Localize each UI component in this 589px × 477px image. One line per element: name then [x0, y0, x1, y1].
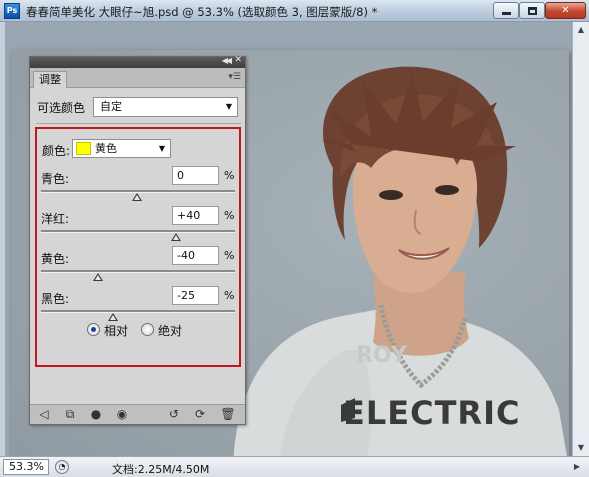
back-arrow-icon[interactable]: ◁ [36, 407, 52, 422]
scroll-down-icon[interactable]: ▼ [573, 440, 589, 456]
colors-row: 颜色: 黄色 ▼ [41, 139, 231, 159]
close-button[interactable]: ✕ [545, 2, 586, 19]
adjustments-panel: ◀◀ ✕ 调整 ▾☰ 可选颜色 自定 ▼ 颜色: 黄色 ▼ 青色: 0 % 洋红… [29, 55, 246, 425]
clip-layer-icon[interactable]: ⧉ [62, 407, 78, 422]
percent-unit: % [224, 169, 235, 182]
relative-label[interactable]: 相对 [104, 322, 128, 339]
preset-select[interactable]: 自定 ▼ [93, 97, 238, 117]
yellow-value-field[interactable]: -40 [172, 246, 219, 265]
scroll-up-icon[interactable]: ▲ [573, 22, 589, 38]
divider [36, 123, 241, 124]
magenta-slider-thumb[interactable] [170, 233, 181, 241]
preset-value: 自定 [100, 100, 122, 113]
chevron-down-icon: ▼ [225, 102, 232, 111]
panel-tab-bar: 调整 ▾☰ [30, 68, 245, 88]
yellow-label: 黄色: [41, 252, 70, 266]
colors-select[interactable]: 黄色 ▼ [72, 139, 171, 158]
percent-unit: % [224, 289, 235, 302]
title-bar: Ps 春春简单美化 大眼仔~旭.psd @ 53.3% (选取颜色 3, 图层蒙… [0, 0, 589, 22]
magenta-label: 洋红: [41, 212, 70, 226]
adjustment-type-label: 可选颜色 [37, 101, 86, 115]
trash-icon[interactable]: 🗑 [220, 407, 236, 422]
document-size-info[interactable]: 文档:2.25M/4.50M [112, 461, 209, 477]
chevron-down-icon: ▼ [158, 144, 165, 153]
tab-adjustments[interactable]: 调整 [33, 71, 67, 88]
minimize-icon [501, 12, 511, 15]
highlighted-settings-frame: 颜色: 黄色 ▼ 青色: 0 % 洋红: +40 % 黄色: -40 % 黑色:… [35, 127, 241, 367]
colors-value: 黄色 [95, 142, 117, 155]
black-slider-thumb[interactable] [107, 313, 118, 321]
cyan-slider-block: 青色: 0 % [39, 165, 235, 205]
svg-text:ELECTRIC: ELECTRIC [343, 394, 520, 432]
yellow-slider-block: 黄色: -40 % [39, 245, 235, 285]
maximize-button[interactable] [519, 2, 545, 19]
window-title: 春春简单美化 大眼仔~旭.psd @ 53.3% (选取颜色 3, 图层蒙版/8… [26, 5, 378, 19]
magenta-slider-block: 洋红: +40 % [39, 205, 235, 245]
cyan-label: 青色: [41, 172, 70, 186]
panel-close-icon[interactable]: ✕ [234, 55, 242, 65]
scroll-right-icon[interactable]: ▶ [570, 459, 584, 475]
vertical-scrollbar[interactable]: ▲ ▼ [572, 22, 589, 456]
collapse-panel-icon[interactable]: ◀◀ [222, 56, 232, 65]
method-radio-group: 相对 绝对 [87, 321, 227, 339]
photoshop-app-icon: Ps [4, 3, 20, 19]
cyan-slider-thumb[interactable] [132, 193, 142, 201]
panel-footer-toolbar: ◁ ⧉ ● ◉ ↺ ⟳ 🗑 [30, 404, 245, 424]
yellow-slider-thumb[interactable] [93, 273, 104, 281]
view-previous-icon[interactable]: ↺ [166, 407, 182, 422]
visibility-mask-icon[interactable]: ● [88, 407, 104, 422]
absolute-radio[interactable] [141, 323, 154, 336]
absolute-label[interactable]: 绝对 [158, 322, 182, 339]
svg-text:ROY: ROY [356, 343, 408, 368]
preset-row: 可选颜色 自定 ▼ [36, 97, 240, 117]
status-bar: 53.3% ◔ 文档:2.25M/4.50M ▶ [0, 456, 589, 477]
black-label: 黑色: [41, 292, 70, 306]
magenta-slider-track[interactable] [41, 230, 235, 233]
colors-label: 颜色: [42, 144, 71, 158]
minimize-button[interactable] [493, 2, 519, 19]
status-info-icon[interactable]: ◔ [55, 460, 69, 474]
zoom-field[interactable]: 53.3% [3, 459, 49, 475]
maximize-icon [527, 6, 537, 15]
black-slider-block: 黑色: -25 % [39, 285, 235, 325]
eye-icon[interactable]: ◉ [114, 407, 130, 422]
yellow-slider-track[interactable] [41, 270, 235, 273]
cyan-value-field[interactable]: 0 [172, 166, 219, 185]
percent-unit: % [224, 209, 235, 222]
panel-header-strip[interactable]: ◀◀ ✕ [30, 55, 245, 68]
reset-icon[interactable]: ⟳ [192, 407, 208, 422]
black-value-field[interactable]: -25 [172, 286, 219, 305]
magenta-value-field[interactable]: +40 [172, 206, 219, 225]
close-icon: ✕ [561, 5, 570, 16]
black-slider-track[interactable] [41, 310, 235, 313]
panel-menu-icon[interactable]: ▾☰ [228, 71, 241, 83]
percent-unit: % [224, 249, 235, 262]
yellow-swatch-icon [76, 142, 91, 155]
relative-radio[interactable] [87, 323, 100, 336]
